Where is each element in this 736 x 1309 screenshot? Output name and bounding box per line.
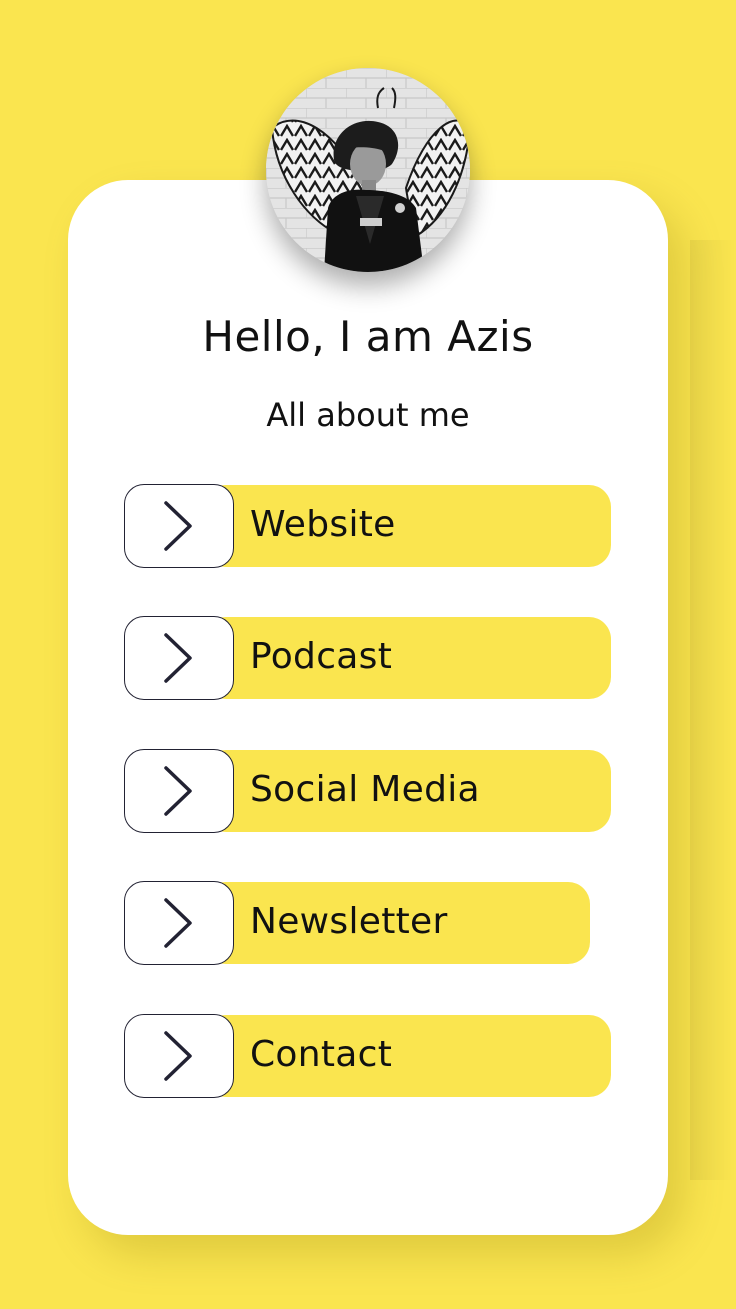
chevron-right-icon — [164, 501, 192, 551]
chevron-right-icon — [164, 766, 192, 816]
chevron-right-icon — [164, 633, 192, 683]
link-label: Podcast — [250, 636, 393, 677]
link-social-media[interactable]: Social Media — [124, 749, 611, 833]
link-label: Contact — [250, 1034, 393, 1075]
link-newsletter[interactable]: Newsletter — [124, 881, 590, 965]
avatar — [266, 68, 470, 272]
link-website[interactable]: Website — [124, 484, 611, 568]
arrow-button[interactable] — [124, 749, 234, 833]
link-label: Newsletter — [250, 901, 448, 942]
arrow-button[interactable] — [124, 1014, 234, 1098]
link-label: Social Media — [250, 769, 480, 810]
page-subtitle: All about me — [266, 396, 470, 434]
arrow-button[interactable] — [124, 484, 234, 568]
link-podcast[interactable]: Podcast — [124, 616, 611, 700]
background-shadow — [690, 240, 736, 1180]
arrow-button[interactable] — [124, 881, 234, 965]
avatar-photo — [266, 68, 470, 272]
page-title: Hello, I am Azis — [202, 312, 534, 361]
link-label: Website — [250, 504, 396, 545]
link-contact[interactable]: Contact — [124, 1014, 611, 1098]
chevron-right-icon — [164, 898, 192, 948]
arrow-button[interactable] — [124, 616, 234, 700]
chevron-right-icon — [164, 1031, 192, 1081]
